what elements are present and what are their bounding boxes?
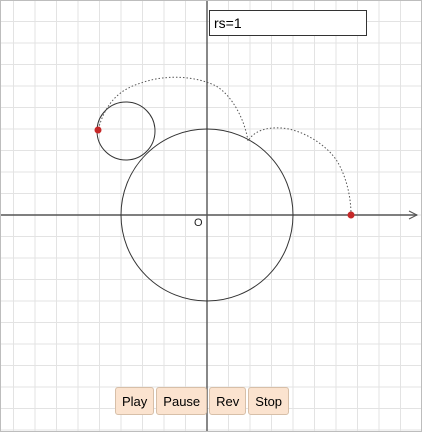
geometry-canvas[interactable]: O Play Pause Rev Stop [0, 0, 422, 432]
rolling-point[interactable] [94, 126, 102, 134]
pause-button[interactable]: Pause [156, 387, 208, 415]
stop-button[interactable]: Stop [248, 387, 290, 415]
grid-lines [1, 1, 421, 431]
cusp-point[interactable] [347, 211, 355, 219]
graph-area[interactable] [1, 1, 421, 431]
rolling-circle [96, 101, 156, 161]
animation-controls: Play Pause Rev Stop [115, 387, 290, 415]
rs-input-field[interactable] [209, 10, 367, 36]
epicycloid-trace [97, 76, 352, 216]
origin-label: O [194, 217, 203, 229]
reverse-button[interactable]: Rev [209, 387, 247, 415]
play-button[interactable]: Play [115, 387, 155, 415]
